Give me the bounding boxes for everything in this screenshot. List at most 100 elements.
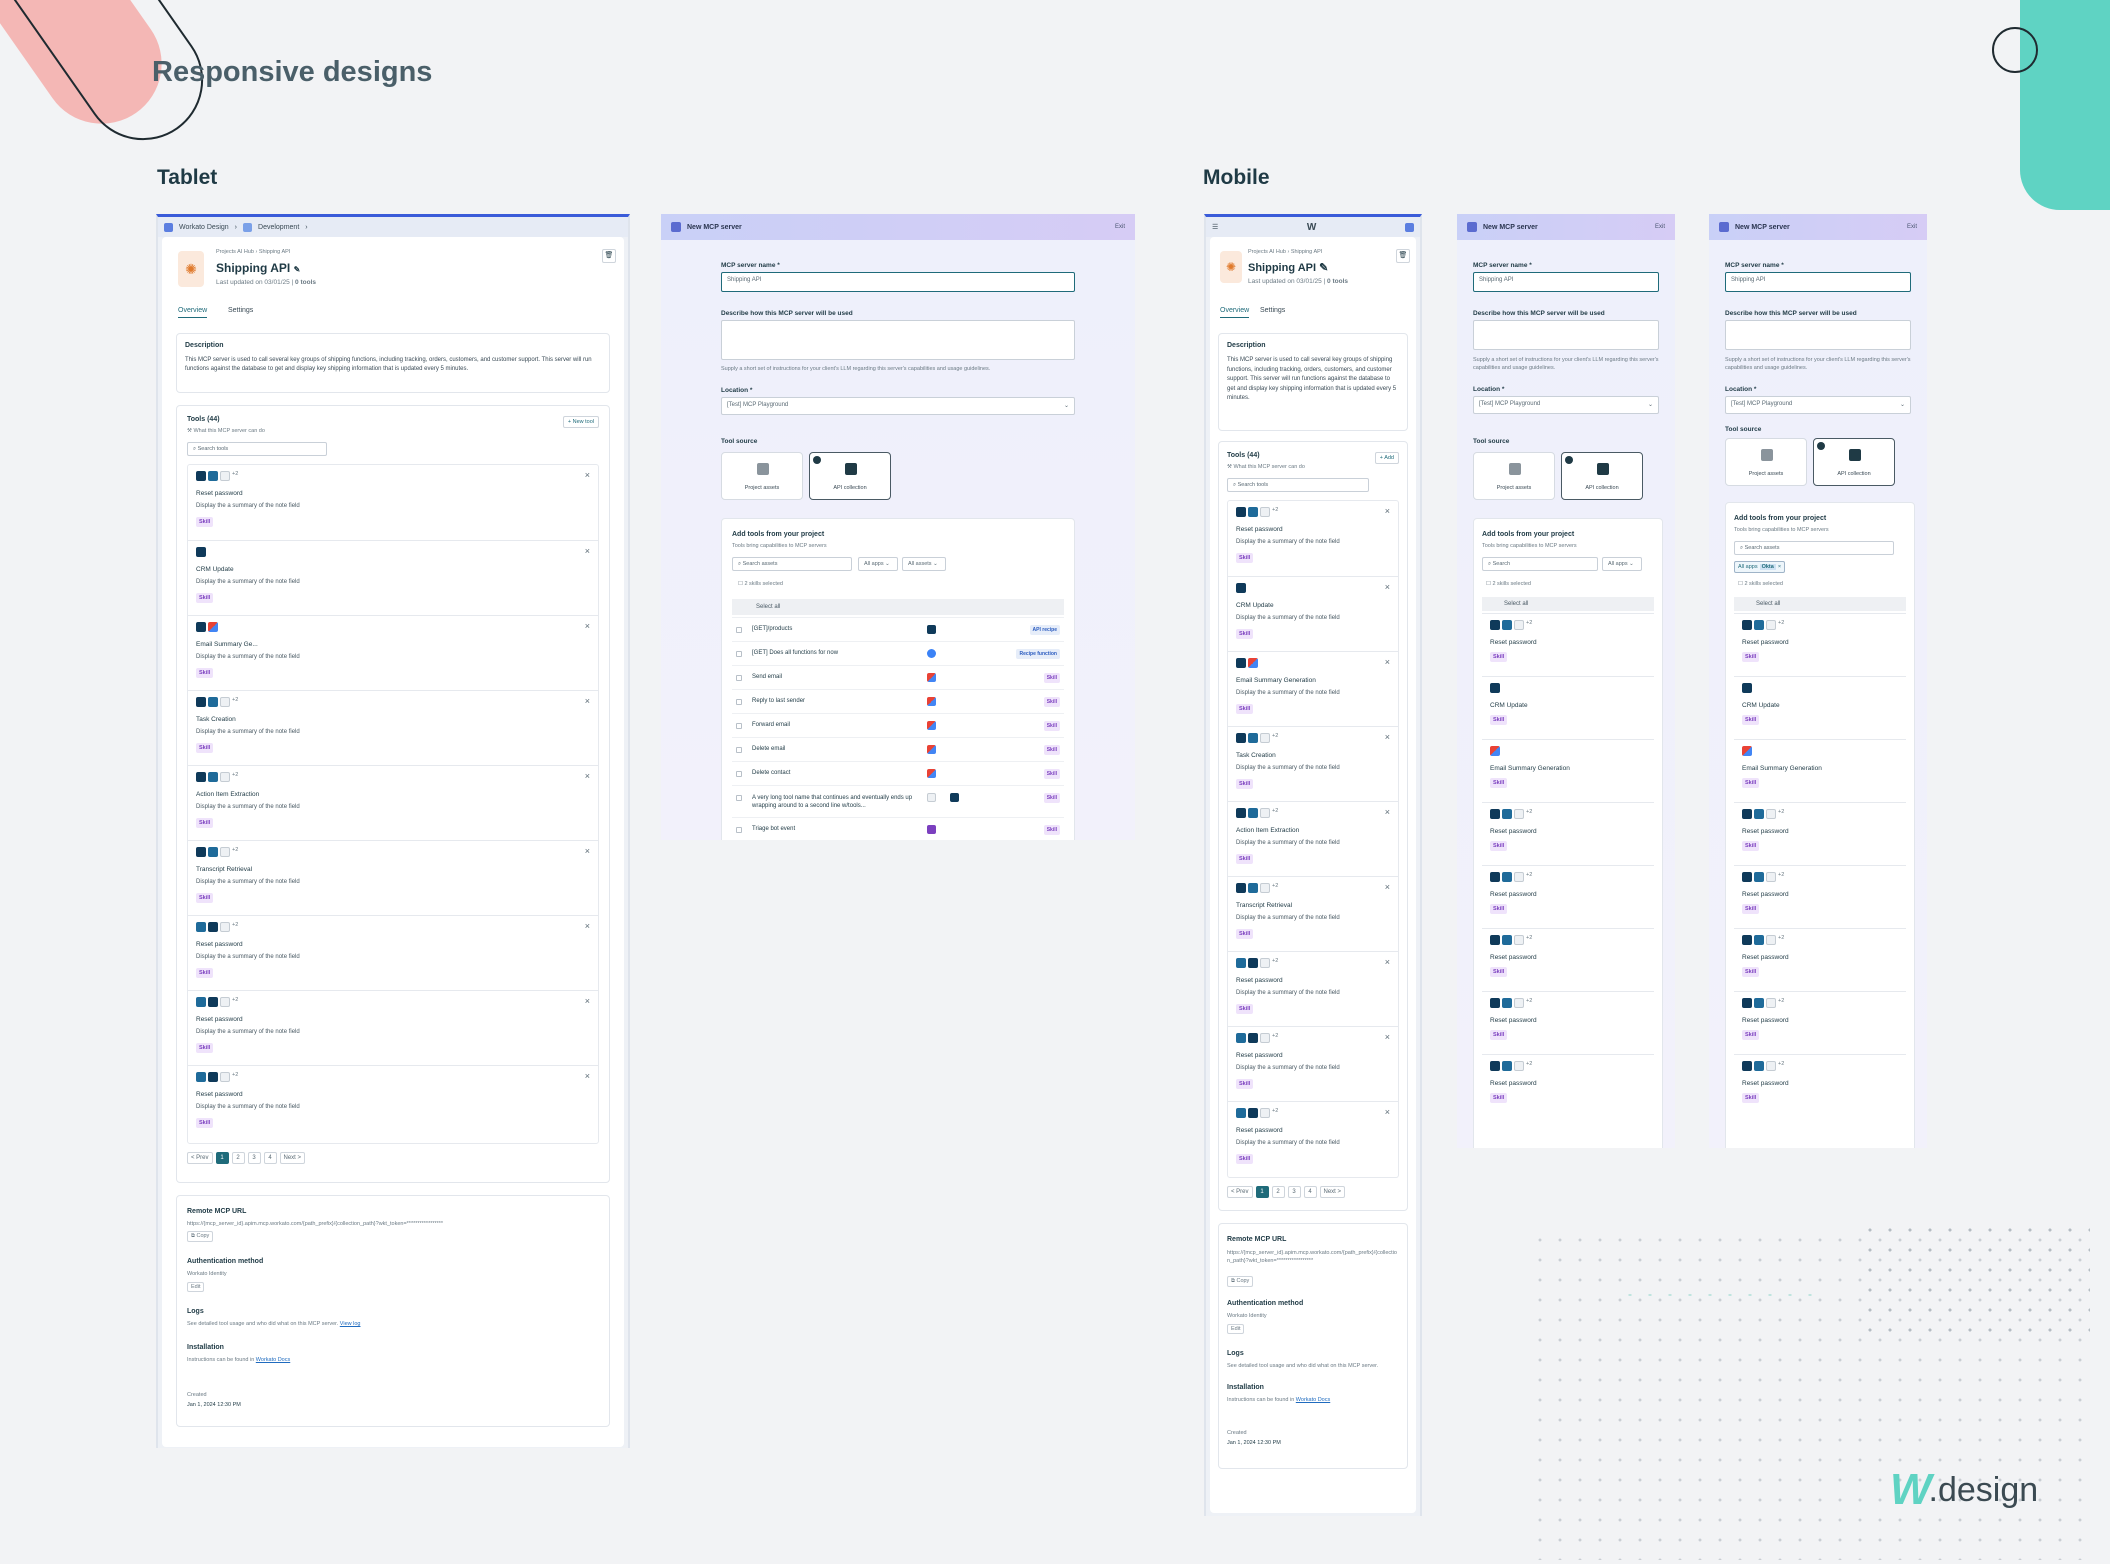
page-3[interactable]: 3 — [1287, 1186, 1301, 1198]
asset-row[interactable]: CRM Update Skill — [1734, 676, 1906, 739]
search-input[interactable]: ⌕ Search — [1482, 557, 1598, 571]
exit-button[interactable]: Exit — [1655, 224, 1665, 230]
describe-textarea[interactable] — [1725, 320, 1911, 350]
tab-settings[interactable]: Settings — [228, 307, 253, 314]
asset-row[interactable]: Triage bot event Skill — [732, 817, 1064, 840]
tool-row[interactable]: +2 Reset password Display the a summary of… — [188, 990, 598, 1065]
asset-row[interactable]: Email Summary Generation Skill — [1734, 739, 1906, 802]
search-assets-input[interactable]: ⌕ Search assets — [1734, 541, 1894, 555]
location-select[interactable]: [Test] MCP Playground ⌄ — [1725, 396, 1911, 414]
asset-row[interactable]: [GET] Does all functions for now Recipe f… — [732, 641, 1064, 665]
describe-textarea[interactable] — [721, 320, 1075, 360]
source-api-collection[interactable]: API collection — [809, 452, 891, 500]
asset-row[interactable]: +2 Reset password Skill — [1482, 802, 1654, 865]
tab-overview[interactable]: Overview — [178, 307, 208, 318]
apps-filter-chip[interactable]: All apps Okta × — [1734, 561, 1786, 573]
server-name-input[interactable]: Shipping API — [1473, 272, 1659, 292]
tool-row[interactable]: +2 Task Creation Display the a summary of … — [188, 690, 598, 765]
select-all-row[interactable]: Select all — [732, 599, 1064, 615]
tool-row[interactable]: +2 Reset password Display the a summary of… — [1228, 1026, 1398, 1101]
page-2[interactable]: 2 — [231, 1152, 245, 1164]
asset-row[interactable]: Email Summary Generation Skill — [1482, 739, 1654, 802]
asset-row[interactable]: A very long tool name that continues and… — [732, 785, 1064, 815]
tool-row[interactable]: +2 Reset password Display the a summary of… — [1228, 1101, 1398, 1176]
next-button[interactable]: Next > — [1319, 1186, 1346, 1198]
add-tool-button[interactable]: + Add — [1374, 452, 1399, 464]
source-project-assets[interactable]: Project assets — [1725, 438, 1807, 486]
docs-link[interactable]: Workato Docs — [256, 1357, 290, 1363]
tool-row[interactable]: Email Summary Generation Display the a su… — [1228, 651, 1398, 726]
source-api-collection[interactable]: API collection — [1561, 452, 1643, 500]
copy-button[interactable]: ⧉ Copy — [1227, 1276, 1254, 1287]
tool-row[interactable]: +2 Reset password Display the a summary of… — [1228, 951, 1398, 1026]
asset-row[interactable]: +2 Reset password Skill — [1482, 1054, 1654, 1117]
asset-row[interactable]: +2 Reset password Skill — [1734, 1054, 1906, 1117]
menu-icon[interactable]: ☰ — [1212, 223, 1218, 231]
page-1[interactable]: 1 — [215, 1152, 229, 1164]
tool-row[interactable]: +2 Transcript Retrieval Display the a summ… — [188, 840, 598, 915]
location-select[interactable]: [Test] MCP Playground ⌄ — [1473, 396, 1659, 414]
asset-row[interactable]: +2 Reset password Skill — [1482, 865, 1654, 928]
docs-link[interactable]: Workato Docs — [1296, 1397, 1330, 1403]
page-4[interactable]: 4 — [263, 1152, 277, 1164]
asset-row[interactable]: [GET]/products API recipe — [732, 617, 1064, 641]
edit-button[interactable]: Edit — [1227, 1324, 1245, 1334]
search-tools-input[interactable]: ⌕ Search tools — [1227, 478, 1369, 492]
tool-row[interactable]: +2 Reset password Display the a summary of… — [188, 1065, 598, 1140]
next-button[interactable]: Next > — [279, 1152, 306, 1164]
server-name-input[interactable]: Shipping API — [721, 272, 1075, 292]
tool-row[interactable]: CRM Update Display the a summary of the n… — [1228, 576, 1398, 651]
asset-row[interactable]: +2 Reset password Skill — [1734, 928, 1906, 991]
copy-button[interactable]: ⧉ Copy — [187, 1231, 214, 1242]
exit-button[interactable]: Exit — [1115, 224, 1125, 230]
asset-row[interactable]: Reply to last sender Skill — [732, 689, 1064, 713]
crumb-workato[interactable]: Workato Design — [179, 224, 229, 231]
page-3[interactable]: 3 — [247, 1152, 261, 1164]
page-2[interactable]: 2 — [1271, 1186, 1285, 1198]
edit-button[interactable]: Edit — [187, 1282, 205, 1292]
asset-row[interactable]: +2 Reset password Skill — [1482, 613, 1654, 676]
tool-row[interactable]: +2 Task Creation Display the a summary of … — [1228, 726, 1398, 801]
tool-row[interactable]: CRM Update Display the a summary of the n… — [188, 540, 598, 615]
workspace-icon[interactable] — [1404, 222, 1414, 232]
tool-row[interactable]: +2 Action Item Extraction Display the a su… — [188, 765, 598, 840]
asset-row[interactable]: Send email Skill — [732, 665, 1064, 689]
apps-filter[interactable]: All apps ⌄ — [1602, 557, 1642, 571]
exit-button[interactable]: Exit — [1907, 224, 1917, 230]
tool-row[interactable]: +2 Reset password Display the a summary of… — [188, 915, 598, 990]
tab-overview[interactable]: Overview — [1220, 307, 1250, 318]
asset-row[interactable]: +2 Reset password Skill — [1734, 613, 1906, 676]
describe-textarea[interactable] — [1473, 320, 1659, 350]
asset-row[interactable]: CRM Update Skill — [1482, 676, 1654, 739]
asset-row[interactable]: +2 Reset password Skill — [1482, 928, 1654, 991]
server-name-input[interactable]: Shipping API — [1725, 272, 1911, 292]
asset-row[interactable]: Delete email Skill — [732, 737, 1064, 761]
page-4[interactable]: 4 — [1303, 1186, 1317, 1198]
asset-row[interactable]: +2 Reset password Skill — [1734, 865, 1906, 928]
asset-row[interactable]: +2 Reset password Skill — [1734, 991, 1906, 1054]
crumb-dev[interactable]: Development — [258, 224, 299, 231]
search-assets-input[interactable]: ⌕ Search assets — [732, 557, 852, 571]
apps-filter[interactable]: All apps ⌄ — [858, 557, 898, 571]
tool-row[interactable]: +2 Reset password Display the a summary of… — [1228, 501, 1398, 576]
tab-settings[interactable]: Settings — [1260, 307, 1285, 314]
asset-row[interactable]: +2 Reset password Skill — [1734, 802, 1906, 865]
prev-button[interactable]: < Prev — [187, 1152, 213, 1164]
source-project-assets[interactable]: Project assets — [721, 452, 803, 500]
source-api-collection[interactable]: API collection — [1813, 438, 1895, 486]
asset-row[interactable]: Delete contact Skill — [732, 761, 1064, 785]
location-select[interactable]: [Test] MCP Playground ⌄ — [721, 397, 1075, 415]
delete-icon[interactable]: 🗑 — [1396, 249, 1410, 263]
delete-icon[interactable]: 🗑 — [602, 249, 616, 263]
select-all-row[interactable]: Select all — [1482, 597, 1654, 611]
prev-button[interactable]: < Prev — [1227, 1186, 1253, 1198]
search-tools-input[interactable]: ⌕ Search tools — [187, 442, 327, 456]
tool-row[interactable]: +2 Action Item Extraction Display the a su… — [1228, 801, 1398, 876]
tool-row[interactable]: +2 Transcript Retrieval Display the a summ… — [1228, 876, 1398, 951]
select-all-row[interactable]: Select all — [1734, 597, 1906, 611]
page-1[interactable]: 1 — [1255, 1186, 1269, 1198]
tool-row[interactable]: Email Summary Ge... Display the a summary… — [188, 615, 598, 690]
asset-row[interactable]: +2 Reset password Skill — [1482, 991, 1654, 1054]
view-log-link[interactable]: View log — [340, 1321, 361, 1327]
asset-row[interactable]: Forward email Skill — [732, 713, 1064, 737]
